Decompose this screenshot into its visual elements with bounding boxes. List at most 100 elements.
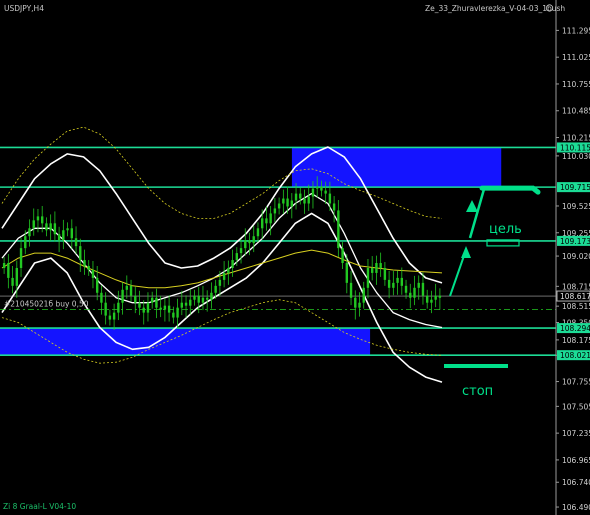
candle-body <box>100 292 103 303</box>
candle-body <box>425 295 429 303</box>
candle-body <box>324 190 327 194</box>
candle-body <box>341 248 344 264</box>
candle-body <box>11 277 14 286</box>
axis-tick-label: 106.490 <box>562 503 590 512</box>
candle-body <box>197 295 200 303</box>
axis-tick-label: 108.715 <box>562 282 590 291</box>
candle-body <box>315 186 319 189</box>
price-axis[interactable]: 111.295 111.025 110.755 110.485 110.215 110.0… <box>555 0 590 515</box>
target-label: цель <box>489 222 522 237</box>
candle-body <box>400 277 404 286</box>
candle-body <box>383 267 387 280</box>
candle-body <box>95 277 99 293</box>
candle-body <box>45 223 48 231</box>
candle-body <box>332 203 336 211</box>
candle-body <box>328 193 332 204</box>
candle-body <box>205 297 209 300</box>
chart-window[interactable]: #21045021б buy 0,50 цель стоп 111.295 111.… <box>0 0 590 515</box>
candle-body <box>269 213 272 224</box>
arrow-head-icon <box>461 246 471 258</box>
candle-body <box>273 208 277 214</box>
candle-body <box>87 265 90 270</box>
candle-body <box>218 279 222 286</box>
candle-body <box>49 223 52 231</box>
candle-body <box>176 307 179 318</box>
candle-body <box>349 282 353 298</box>
candle-body <box>366 267 370 288</box>
candle-body <box>235 253 239 261</box>
candle-body <box>311 188 315 197</box>
candle-body <box>184 302 188 306</box>
candle-body <box>117 302 120 313</box>
level-tag-label: 108.021 <box>560 351 590 360</box>
level-tag-label: 108.294 <box>560 324 590 333</box>
candle-body <box>392 282 395 288</box>
candle-body <box>387 279 391 288</box>
axis-tick-label: 110.215 <box>562 134 590 143</box>
candle-body <box>417 282 420 288</box>
candle-body <box>83 260 86 266</box>
axis-tick-label: 107.235 <box>562 429 590 438</box>
level-tag-label: 108.617 <box>560 292 590 301</box>
axis-tick-label: 110.755 <box>562 80 590 89</box>
order-layer: #21045021б buy 0,50 <box>0 300 556 311</box>
stop-label: стоп <box>462 384 493 399</box>
indicator-title: Ze_33_Zhuravlerezka_V-04-03_1bush <box>425 4 565 13</box>
candle-body <box>91 269 95 278</box>
candle-body <box>146 302 150 313</box>
candle-body <box>375 263 378 273</box>
axis-tick-label: 109.020 <box>562 252 590 261</box>
candle-body <box>150 297 154 303</box>
candle-body <box>244 240 247 249</box>
axis-tick-label: 111.295 <box>562 26 590 35</box>
candle-body <box>404 285 408 293</box>
candle-body <box>282 198 285 204</box>
candle-body <box>189 299 192 306</box>
series-envelope-lower <box>1 212 443 383</box>
level-tag-label: 110.115 <box>560 143 590 152</box>
candle-body <box>167 305 171 313</box>
candle-body <box>7 263 10 278</box>
candle-body <box>121 289 124 303</box>
candle-body <box>66 228 69 231</box>
candle-body <box>2 263 6 268</box>
candle-body <box>396 277 399 283</box>
candle-body <box>231 260 234 268</box>
candle-body <box>201 297 205 303</box>
axis-tick-label: 108.175 <box>562 336 590 345</box>
candle-body <box>413 287 416 298</box>
candle-body <box>57 234 61 241</box>
candle-body <box>40 216 44 224</box>
candle-body <box>53 223 57 235</box>
candle-body <box>358 302 361 308</box>
candle-body <box>142 307 145 313</box>
axis-tick-label: 106.965 <box>562 456 590 465</box>
candle-body <box>256 228 260 237</box>
candle-body <box>430 299 433 303</box>
candle-body <box>193 295 196 300</box>
candle-body <box>70 228 74 239</box>
candle-body <box>265 218 268 224</box>
level-tag-label: 109.715 <box>560 183 590 192</box>
candle-body <box>104 302 107 316</box>
axis-tick-label: 108.515 <box>562 302 590 311</box>
candle-body <box>36 216 40 221</box>
candle-body <box>307 196 310 204</box>
candle-body <box>260 218 264 229</box>
candle-body <box>239 248 243 254</box>
candle-body <box>214 285 217 293</box>
candle-body <box>172 312 175 318</box>
candle-body <box>138 302 141 308</box>
candle-body <box>79 246 82 261</box>
footer-label: Zi 8 Graal-L V04-10 <box>3 502 76 511</box>
price-chart[interactable]: #21045021б buy 0,50 цель стоп 111.295111.… <box>0 0 590 515</box>
candle-body <box>290 200 294 207</box>
candle-body <box>252 236 255 244</box>
candle-body <box>222 272 226 280</box>
candle-body <box>180 302 184 308</box>
order-label: #21045021б buy 0,50 <box>4 300 89 309</box>
candle-body <box>32 220 35 229</box>
candle-body <box>125 285 129 290</box>
candle-body <box>24 236 27 249</box>
candle-body <box>320 186 323 191</box>
